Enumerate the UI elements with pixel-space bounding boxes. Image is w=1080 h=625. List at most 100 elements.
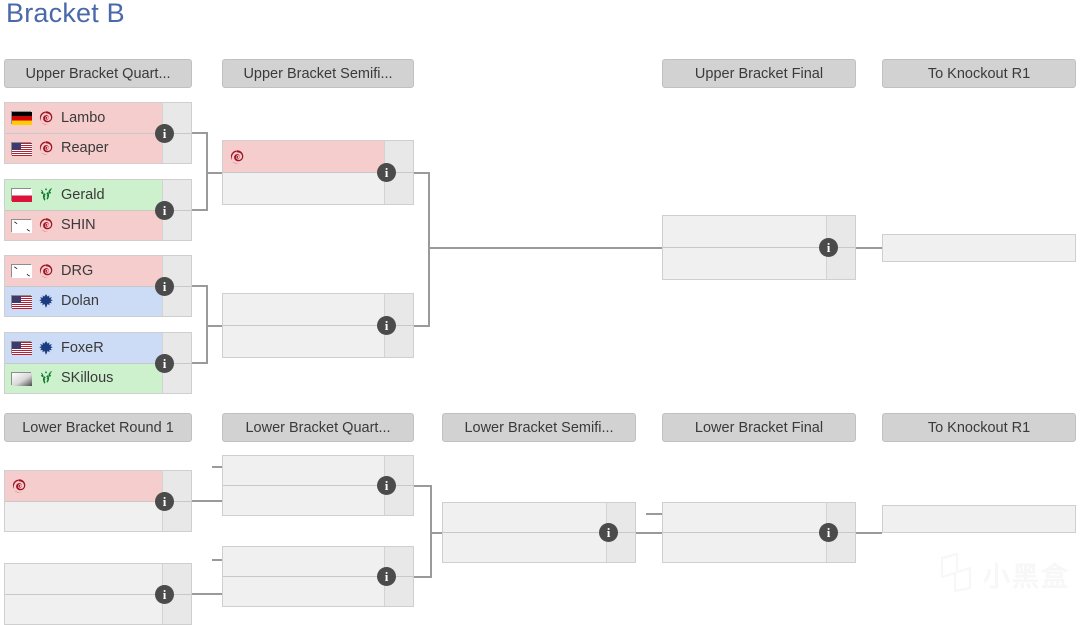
watermark-text: 小黑盒	[983, 562, 1070, 594]
bracket-connector	[414, 325, 428, 327]
player-row[interactable]: Lambo	[5, 103, 162, 133]
round-header-upper-bracket-final[interactable]: Upper Bracket Final	[662, 59, 856, 88]
round-header-upper-bracket-semifi[interactable]: Upper Bracket Semifi...	[222, 59, 414, 88]
round-header-to-knockout-r1[interactable]: To Knockout R1	[882, 59, 1076, 88]
race-icon-zerg	[11, 478, 27, 494]
player-name: Dolan	[61, 293, 99, 310]
match-player-rows: FoxeR SKillous	[5, 333, 162, 393]
bracket-connector	[414, 485, 430, 487]
player-row[interactable]	[223, 576, 384, 606]
player-row[interactable]	[883, 506, 1075, 532]
bracket-connector	[192, 209, 206, 211]
round-header-lower-bracket-round-1[interactable]: Lower Bracket Round 1	[4, 413, 192, 442]
bracket-connector	[856, 532, 882, 534]
match-player-rows	[5, 564, 162, 624]
player-row[interactable]	[223, 325, 384, 357]
flag-icon-usa	[11, 294, 32, 309]
bracket-connector	[192, 500, 222, 502]
flag-icon-southkorea	[11, 264, 32, 279]
round-header-upper-bracket-quart[interactable]: Upper Bracket Quart...	[4, 59, 192, 88]
player-row[interactable]	[223, 141, 384, 172]
match-player-rows	[223, 294, 384, 357]
player-row[interactable]: Dolan	[5, 285, 162, 316]
player-row[interactable]	[223, 485, 384, 515]
bracket-connector	[430, 532, 442, 534]
match-info-icon[interactable]: i	[155, 584, 174, 604]
flag-icon-usa	[11, 341, 32, 356]
player-row[interactable]: FoxeR	[5, 333, 162, 363]
round-header-lower-bracket-final[interactable]: Lower Bracket Final	[662, 413, 856, 442]
race-icon-terran	[38, 340, 54, 356]
player-row[interactable]: DRG	[5, 256, 162, 286]
player-row[interactable]	[663, 247, 826, 279]
race-icon-terran	[38, 293, 54, 309]
match-player-rows	[663, 503, 826, 562]
race-icon-zerg	[38, 110, 54, 126]
match-info-icon[interactable]: i	[819, 238, 838, 257]
player-row[interactable]	[443, 532, 606, 562]
match-info-icon[interactable]: i	[377, 476, 396, 495]
flag-icon-unknown	[11, 371, 32, 386]
player-row[interactable]	[5, 593, 162, 624]
match-player-rows	[223, 547, 384, 606]
player-row[interactable]	[5, 500, 162, 531]
round-header-to-knockout-r1[interactable]: To Knockout R1	[882, 413, 1076, 442]
player-name: DRG	[61, 262, 94, 279]
player-row[interactable]: Reaper	[5, 132, 162, 163]
race-icon-zerg	[38, 263, 54, 279]
player-row[interactable]	[223, 456, 384, 485]
race-icon-zerg	[38, 140, 54, 156]
match-info-icon[interactable]: i	[599, 523, 618, 542]
hb-logo-icon	[937, 552, 975, 597]
player-name: Gerald	[61, 186, 105, 203]
bracket-connector	[192, 285, 206, 287]
bracket-connector	[192, 593, 222, 595]
bracket-connector	[192, 132, 206, 134]
player-name: SHIN	[61, 217, 96, 234]
player-row[interactable]	[223, 172, 384, 204]
race-icon-zerg	[38, 217, 54, 233]
match-info-icon[interactable]: i	[155, 276, 174, 296]
player-row[interactable]	[663, 216, 826, 247]
match-info-icon[interactable]: i	[377, 316, 396, 335]
player-row[interactable]	[443, 503, 606, 532]
player-row[interactable]	[223, 547, 384, 576]
match-player-rows: Lambo Reaper	[5, 103, 162, 163]
watermark: 小黑盒	[937, 552, 1070, 597]
bracket-connector	[414, 172, 428, 174]
match-player-rows	[883, 506, 1075, 532]
player-row[interactable]	[5, 564, 162, 594]
match-info-icon[interactable]: i	[155, 353, 174, 373]
player-row[interactable]	[663, 503, 826, 532]
match-info-icon[interactable]: i	[377, 163, 396, 182]
match-player-rows: Gerald SHIN	[5, 180, 162, 240]
player-row[interactable]	[663, 532, 826, 562]
match-info-icon[interactable]: i	[819, 523, 838, 542]
ub-to-knockout-slot[interactable]	[882, 234, 1076, 262]
bracket-connector	[414, 576, 430, 578]
round-header-lower-bracket-semifi[interactable]: Lower Bracket Semifi...	[442, 413, 636, 442]
match-player-rows	[443, 503, 606, 562]
lb-to-knockout-slot[interactable]	[882, 505, 1076, 533]
match-info-icon[interactable]: i	[155, 123, 174, 143]
player-name: SKillous	[61, 370, 114, 387]
bracket-connector	[206, 325, 222, 327]
bracket-connector	[636, 532, 662, 534]
player-row[interactable]: SHIN	[5, 209, 162, 240]
player-row[interactable]	[5, 471, 162, 501]
bracket-connector	[206, 172, 222, 174]
flag-icon-usa	[11, 141, 32, 156]
match-info-icon[interactable]: i	[155, 491, 174, 511]
player-name: Lambo	[61, 109, 106, 126]
match-player-rows: DRG Dolan	[5, 256, 162, 316]
player-name: Reaper	[61, 140, 109, 157]
player-row[interactable]: Gerald	[5, 180, 162, 210]
match-info-icon[interactable]: i	[155, 200, 174, 220]
match-info-icon[interactable]: i	[377, 567, 396, 586]
player-row[interactable]	[223, 294, 384, 325]
race-icon-protoss	[38, 370, 54, 386]
round-header-lower-bracket-quart[interactable]: Lower Bracket Quart...	[222, 413, 414, 442]
player-row[interactable]	[883, 235, 1075, 261]
match-player-rows	[5, 471, 162, 531]
player-row[interactable]: SKillous	[5, 362, 162, 393]
